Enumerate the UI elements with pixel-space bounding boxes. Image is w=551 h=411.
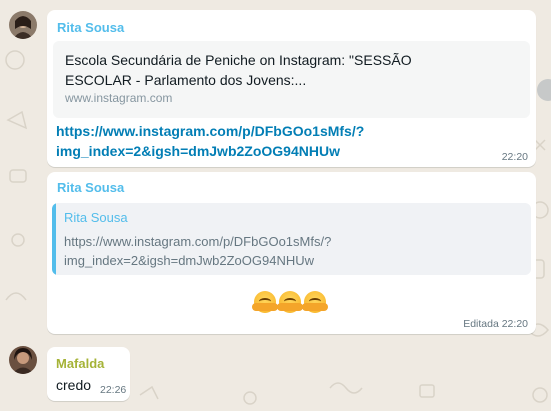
quote-accent-bar <box>52 203 56 275</box>
quoted-message[interactable]: Rita Sousa https://www.instagram.com/p/D… <box>52 203 531 275</box>
sender-name[interactable]: Rita Sousa <box>57 180 124 195</box>
message-time: Editada 22:20 <box>463 318 528 330</box>
quote-line-2: img_index=2&igsh=dmJwb2ZoOG94NHUw <box>64 253 315 268</box>
hugging-face-icon <box>252 290 278 313</box>
sender-name[interactable]: Rita Sousa <box>57 20 124 35</box>
link-preview-domain: www.instagram.com <box>65 91 173 105</box>
quote-text: https://www.instagram.com/p/DFbGOo1sMfs/… <box>64 232 514 270</box>
emoji-row <box>252 288 329 313</box>
message-bubble[interactable]: Rita Sousa Rita Sousa https://www.instag… <box>47 172 536 334</box>
avatar-image <box>9 346 37 374</box>
quote-line-1: https://www.instagram.com/p/DFbGOo1sMfs/… <box>64 234 332 249</box>
message-time: 22:26 <box>100 384 127 396</box>
link-line-1[interactable]: https://www.instagram.com/p/DFbGOo1sMfs/… <box>56 123 364 139</box>
message-bubble[interactable]: Rita Sousa Escola Secundária de Peniche … <box>47 10 536 167</box>
avatar-image <box>9 11 37 39</box>
link-preview-card[interactable]: Escola Secundária de Peniche on Instagra… <box>53 41 530 118</box>
sender-name[interactable]: Mafalda <box>56 356 104 371</box>
quote-author: Rita Sousa <box>64 210 128 225</box>
avatar[interactable] <box>9 11 37 39</box>
hugging-face-icon <box>277 290 303 313</box>
link-preview-title: Escola Secundária de Peniche on Instagra… <box>65 52 412 88</box>
message-bubble[interactable]: Mafalda credo 22:26 <box>47 347 130 401</box>
avatar[interactable] <box>9 346 37 374</box>
link-line-2[interactable]: img_index=2&igsh=dmJwb2ZoOG94NHUw <box>56 143 340 159</box>
message-time: 22:20 <box>501 151 528 163</box>
message-link[interactable]: https://www.instagram.com/p/DFbGOo1sMfs/… <box>56 121 496 161</box>
hugging-face-icon <box>302 290 328 313</box>
scroll-arrow-icon[interactable] <box>537 79 551 101</box>
message-text: credo <box>56 377 92 393</box>
